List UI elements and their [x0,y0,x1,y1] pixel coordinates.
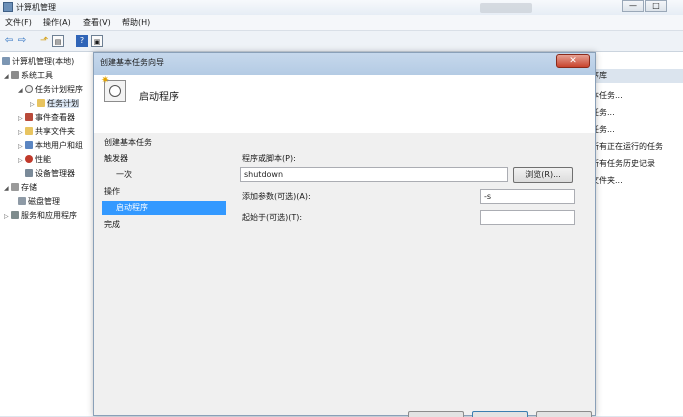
next-button[interactable] [472,411,528,417]
shared-folder-icon [25,127,33,135]
computer-icon [2,57,10,65]
step-create-basic-task: 创建基本任务 [104,138,152,147]
show-hide-tree-icon[interactable]: ▤ [52,35,64,47]
folder-icon [37,99,45,107]
dialog-header: ✷ 启动程序 [94,75,595,133]
start-in-input[interactable] [480,210,575,225]
properties-icon[interactable]: ▣ [91,35,103,47]
back-button[interactable] [408,411,464,417]
expand-arrow-icon[interactable]: ◢ [18,84,25,97]
cancel-button[interactable] [536,411,592,417]
dialog-titlebar: 创建基本任务向导 ✕ [94,53,595,75]
services-icon [11,211,19,219]
actions-header: 序库 [588,69,683,83]
start-in-label: 起始于(可选)(T): [242,213,303,222]
expand-arrow-icon[interactable]: ▷ [30,98,37,111]
create-basic-task-wizard: 创建基本任务向导 ✕ ✷ 启动程序 创建基本任务 触发器 一次 操作 启动程序 … [93,52,596,417]
step-action: 操作 [104,187,120,196]
tree-item-storage[interactable]: ◢ 存储 [4,181,37,194]
users-icon [25,141,33,149]
dialog-body: 创建基本任务 触发器 一次 操作 启动程序 完成 程序或脚本(P): shutd… [94,133,595,417]
window-title: 计算机管理 [16,3,56,12]
navigation-tree: 计算机管理(本地) ◢ 系统工具 ◢ 任务计划程序 ▷ 任务计划 ▷ 事件查看器 ▷ 共享… [0,52,98,416]
tree-item-local-users[interactable]: ▷ 本地用户和组 [18,139,83,152]
expand-arrow-icon[interactable]: ▷ [18,112,25,125]
dialog-title: 创建基本任务向导 [100,58,164,67]
expand-arrow-icon[interactable]: ▷ [18,140,25,153]
minimize-button[interactable]: — [622,0,644,12]
device-manager-icon [25,169,33,177]
maximize-button[interactable]: □ [645,0,667,12]
arguments-label: 添加参数(可选)(A): [242,192,311,201]
up-folder-icon[interactable]: ⬏ [38,35,50,47]
computer-management-icon [3,2,13,12]
menu-help[interactable]: 帮助(H) [122,17,150,28]
clock-icon [25,85,33,93]
tree-item-device-manager[interactable]: 设备管理器 [25,167,75,180]
program-label: 程序或脚本(P): [242,154,296,163]
tree-item-system-tools[interactable]: ◢ 系统工具 [4,69,53,82]
tree-item-task-scheduler[interactable]: ◢ 任务计划程序 [18,83,83,96]
menu-bar: 文件(F) 操作(A) 查看(V) 帮助(H) [0,15,683,31]
disk-icon [18,197,26,205]
action-item[interactable]: 所有任务历史记录 [591,158,655,169]
browse-button[interactable]: 浏览(R)... [513,167,573,183]
tree-item-event-viewer[interactable]: ▷ 事件查看器 [18,111,75,124]
toolbar: ⇦ ⇨ ⬏ ▤ ? ▣ [0,31,683,52]
action-item[interactable]: 所有正在运行的任务 [591,141,663,152]
tree-item-services-apps[interactable]: ▷ 服务和应用程序 [4,209,77,222]
tree-item-disk-management[interactable]: 磁盘管理 [18,195,60,208]
program-input[interactable]: shutdown [240,167,508,182]
close-button[interactable]: ✕ [556,54,590,68]
tree-item-computer-management[interactable]: 计算机管理(本地) [2,55,74,68]
storage-icon [11,183,19,191]
window-titlebar: 计算机管理 — □ [0,0,683,15]
forward-arrow-icon[interactable]: ⇨ [16,35,28,47]
tree-item-performance[interactable]: ▷ 性能 [18,153,51,166]
arguments-input[interactable]: -s [480,189,575,204]
event-viewer-icon [25,113,33,121]
blurred-region [480,3,532,13]
expand-arrow-icon[interactable]: ▷ [18,154,25,167]
page-heading: 启动程序 [139,92,179,103]
step-start-program: 启动程序 [102,201,226,215]
expand-arrow-icon[interactable]: ▷ [18,126,25,139]
tree-item-shared-folders[interactable]: ▷ 共享文件夹 [18,125,75,138]
tools-icon [11,71,19,79]
tree-item-task-library[interactable]: ▷ 任务计划 [30,97,79,110]
menu-view[interactable]: 查看(V) [83,17,111,28]
back-arrow-icon[interactable]: ⇦ [3,35,15,47]
wizard-star-icon: ✷ [101,75,110,86]
help-icon[interactable]: ? [76,35,88,47]
performance-icon [25,155,33,163]
expand-arrow-icon[interactable]: ▷ [4,210,11,223]
actions-pane: 序库 本任务... 任务... 任务... 所有正在运行的任务 所有任务历史记录… [588,52,683,416]
step-finish: 完成 [104,220,120,229]
step-trigger: 触发器 [104,154,128,163]
menu-action[interactable]: 操作(A) [43,17,71,28]
menu-file[interactable]: 文件(F) [5,17,32,28]
expand-arrow-icon[interactable]: ◢ [4,182,11,195]
expand-arrow-icon[interactable]: ◢ [4,70,11,83]
step-once: 一次 [116,170,132,179]
